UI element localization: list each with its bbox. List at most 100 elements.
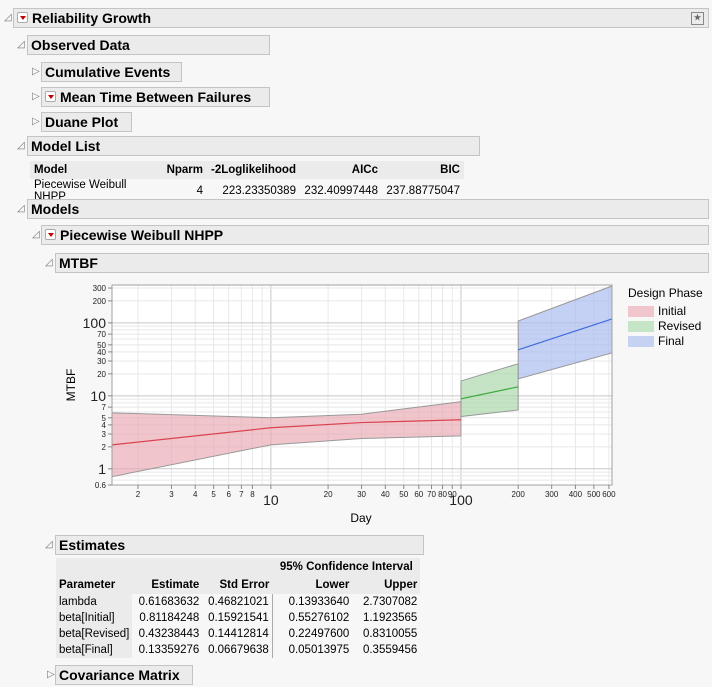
collapse-triangle-icon[interactable]: ◿ (45, 257, 55, 269)
section-title: Duane Plot (45, 114, 119, 130)
covariance-matrix-header[interactable]: Covariance Matrix (55, 665, 193, 685)
model-list-table: Model Nparm -2Loglikelihood AICc BIC Pie… (30, 161, 464, 203)
collapse-triangle-icon[interactable]: ◿ (17, 39, 27, 51)
piecewise-weibull-header[interactable]: Piecewise Weibull NHPP (41, 225, 709, 245)
x-tick-label: 60 (414, 490, 423, 499)
cell: 0.55276102 (271, 610, 353, 626)
estimates-table: 95% Confidence Interval Parameter Estima… (56, 558, 421, 658)
col-header[interactable]: -2Loglikelihood (207, 161, 300, 179)
section-title: Models (31, 201, 80, 217)
y-tick-label: 5 (102, 414, 107, 423)
legend-item-revised[interactable]: Revised (628, 319, 703, 334)
y-tick-label: 300 (93, 284, 107, 293)
col-header[interactable]: Upper (352, 576, 421, 594)
table-row[interactable]: lambda 0.61683632 0.46821021 0.13933640 … (56, 594, 420, 610)
y-tick-label: 100 (83, 315, 107, 331)
legend-label: Initial (658, 304, 687, 318)
cell: 0.13359276 (138, 644, 200, 656)
cell: lambda (56, 594, 133, 610)
x-tick-label: 2 (136, 490, 141, 499)
cell: 0.8310055 (362, 628, 418, 640)
section-title: MTBF (59, 255, 98, 271)
y-tick-label: 20 (97, 370, 106, 379)
x-axis-ticks: 2 3 4 5 6 7 8 20 30 40 50 60 70 80 90 200 300 400 500 60010… (136, 485, 616, 508)
x-axis-label: Day (350, 511, 371, 525)
cell: 0.22497600 (271, 626, 353, 642)
cell: 0.46821021 (208, 596, 269, 608)
collapse-triangle-icon[interactable]: ◿ (45, 539, 55, 551)
mtbf-observed-header[interactable]: Mean Time Between Failures (41, 87, 270, 107)
x-tick-label: 200 (512, 490, 526, 499)
legend-title: Design Phase (628, 286, 703, 300)
collapse-triangle-icon[interactable]: ◿ (17, 140, 27, 152)
duane-plot-header[interactable]: Duane Plot (41, 112, 132, 132)
table-row[interactable]: beta[Initial] 0.81184248 0.15921541 0.55… (56, 610, 420, 626)
section-title: Observed Data (31, 37, 130, 53)
legend-item-final[interactable]: Final (628, 334, 703, 349)
y-tick-label: 7 (102, 403, 107, 412)
red-triangle-menu-icon[interactable] (45, 91, 56, 103)
x-tick-label: 300 (545, 490, 559, 499)
report-title: Reliability Growth (32, 10, 152, 26)
col-header[interactable]: AICc (299, 161, 382, 179)
x-tick-label: 400 (569, 490, 583, 499)
red-triangle-menu-icon[interactable] (45, 229, 56, 241)
mtbf-chart: 0.6234572030405070200300110100 2 3 4 5 6 7 8 20… (64, 284, 616, 525)
x-tick-label: 100 (449, 492, 473, 508)
x-tick-label: 500 (587, 490, 601, 499)
collapse-triangle-icon[interactable]: ◿ (17, 203, 27, 215)
x-tick-label: 3 (169, 490, 174, 499)
estimates-header[interactable]: Estimates (55, 535, 424, 555)
cell: 0.06679638 (208, 644, 269, 656)
section-title: Piecewise Weibull NHPP (60, 227, 224, 243)
y-tick-label: 0.6 (95, 481, 107, 490)
x-tick-label: 80 (438, 490, 447, 499)
legend-label: Revised (658, 319, 702, 333)
cell: 0.3559456 (362, 644, 418, 656)
cumulative-events-header[interactable]: Cumulative Events (41, 62, 182, 82)
y-tick-label: 200 (93, 297, 107, 306)
col-header[interactable]: Std Error (202, 576, 273, 594)
legend-label: Final (658, 334, 685, 348)
y-tick-label: 30 (97, 357, 106, 366)
table-row[interactable]: beta[Final] 0.13359276 0.06679638 0.0501… (56, 642, 420, 658)
table-row[interactable]: beta[Revised] 0.43238443 0.14412814 0.22… (56, 626, 420, 642)
col-header[interactable]: Lower (272, 576, 353, 594)
legend-swatch (628, 321, 654, 332)
mtbf-header[interactable]: MTBF (55, 253, 709, 273)
report-header[interactable]: Reliability Growth ★ (13, 8, 709, 28)
col-header[interactable]: Parameter (56, 576, 133, 594)
cell: 0.05013975 (271, 642, 353, 658)
y-tick-label: 1 (98, 461, 106, 477)
models-header[interactable]: Models (27, 199, 709, 219)
cell: 0.43238443 (138, 628, 200, 640)
observed-data-header[interactable]: Observed Data (27, 35, 270, 55)
cell: beta[Initial] (56, 610, 133, 626)
y-tick-label: 50 (97, 341, 106, 350)
y-axis-ticks: 0.6234572030405070200300110100 (83, 284, 112, 490)
cell: 0.14412814 (208, 628, 269, 640)
x-tick-label: 7 (239, 490, 244, 499)
col-header[interactable]: Estimate (132, 576, 203, 594)
legend: Design Phase Initial Revised Final (628, 286, 703, 349)
red-triangle-menu-icon[interactable] (17, 12, 28, 24)
blank-header (202, 558, 273, 576)
x-tick-label: 5 (211, 490, 216, 499)
col-header[interactable]: Nparm (161, 161, 207, 179)
legend-item-initial[interactable]: Initial (628, 304, 703, 319)
x-tick-label: 20 (324, 490, 333, 499)
section-title: Cumulative Events (45, 64, 171, 80)
col-header[interactable]: BIC (381, 161, 464, 179)
y-axis-label: MTBF (64, 369, 78, 402)
model-list-header[interactable]: Model List (27, 136, 480, 156)
col-header[interactable]: Model (30, 161, 161, 179)
section-title: Covariance Matrix (59, 667, 180, 683)
x-tick-label: 50 (399, 490, 408, 499)
cell: 0.61683632 (138, 596, 200, 608)
pin-icon[interactable]: ★ (691, 12, 704, 25)
legend-swatch (628, 336, 654, 347)
cell: 0.81184248 (139, 612, 200, 624)
cell: 0.13933640 (271, 594, 353, 610)
blank-header (56, 558, 133, 576)
y-tick-label: 70 (97, 330, 106, 339)
